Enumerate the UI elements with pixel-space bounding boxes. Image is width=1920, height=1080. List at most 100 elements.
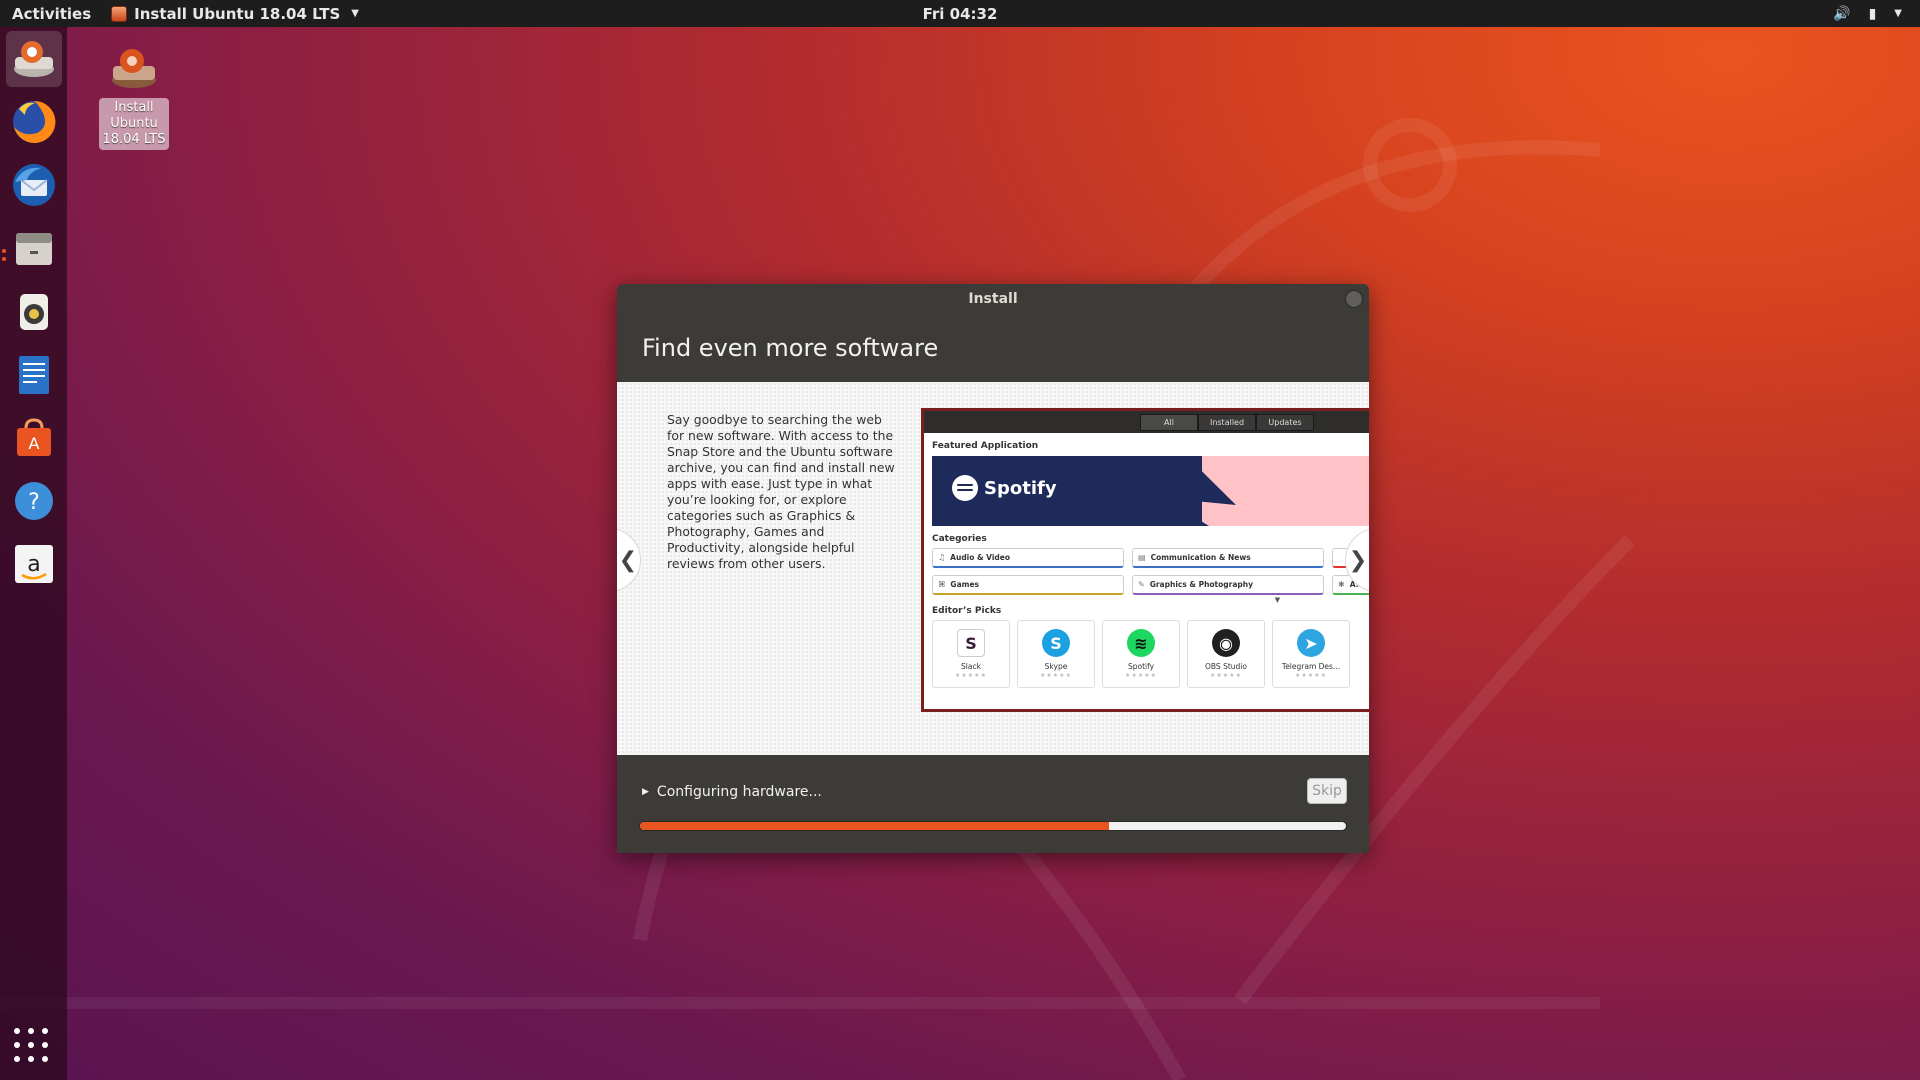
help-icon: ? [15,482,53,520]
category-label: Graphics & Photography [1149,580,1254,589]
chat-icon: ▤ [1138,553,1146,562]
grid-dot [28,1042,34,1048]
battery-icon[interactable]: ▮ [1869,6,1877,22]
grid-dot [42,1028,48,1034]
status-text: Configuring hardware... [656,784,822,800]
category-tile: ▤ Communication & News [1132,548,1324,568]
pick-tile: S Slack ★★★★★ [932,620,1010,688]
grid-dot [42,1042,48,1048]
category-label: Games [950,580,980,589]
pick-name: Slack [961,662,981,671]
dock-item-help[interactable]: ? [6,473,62,529]
slide-heading: Find even more software [642,334,939,362]
close-button[interactable] [1345,290,1363,308]
slack-icon: S [957,629,985,657]
install-status[interactable]: ▶ Configuring hardware... [642,784,822,800]
software-icon: A [17,418,51,456]
expander-triangle-icon: ▶ [642,787,649,797]
screenshot-tab-installed: Installed [1198,413,1256,431]
pick-name: Spotify [1127,662,1155,671]
progress-fill [640,822,1110,830]
gamepad-icon: ⌘ [938,580,946,589]
installer-icon [112,49,156,88]
dock-item-files[interactable] [6,221,62,277]
dock-item-installer[interactable] [6,31,62,87]
screenshot-tab-all: All [1140,413,1198,431]
svg-text:A: A [29,434,40,453]
dock-item-thunderbird[interactable] [6,157,62,213]
featured-app-name: Spotify [984,477,1057,499]
chevron-left-icon: ❮ [618,547,638,573]
screenshot-header: All Installed Updates [924,411,1369,433]
featured-heading: Featured Application [932,441,1039,451]
rating-stars: ★★★★★ [1210,672,1242,679]
screenshot-tab-updates: Updates [1256,413,1314,431]
svg-text:a: a [27,552,40,577]
top-bar: Activities Install Ubuntu 18.04 LTS ▼ Fr… [0,0,1920,27]
pick-tile: S Skype ★★★★★ [1017,620,1095,688]
installer-window: Install Find even more software Say good… [617,284,1369,853]
grid-dot [42,1056,48,1062]
pick-name: Skype [1044,662,1068,671]
svg-text:?: ? [28,490,40,515]
grid-dot [28,1056,34,1062]
music-icon: ♫ [938,553,946,562]
telegram-icon: ➤ [1297,629,1325,657]
installer-icon [14,41,54,77]
dock-item-software[interactable]: A [6,410,62,466]
grid-dot [28,1028,34,1034]
dock-item-rhythmbox[interactable] [6,284,62,340]
featured-banner: Spotify [932,456,1369,526]
category-tile: ⌘ Games [932,575,1124,595]
skip-button[interactable]: Skip [1307,778,1347,804]
firefox-icon [13,100,56,143]
clock[interactable]: Fri 04:32 [923,5,998,23]
category-label: Communication & News [1150,553,1251,562]
category-tile: ♫ Audio & Video [932,548,1124,568]
chevron-down-icon[interactable]: ▼ [1894,8,1902,19]
window-titlebar[interactable]: Install [617,284,1369,314]
volume-icon[interactable]: 🔊 [1833,6,1850,22]
pick-name: Telegram Des... [1281,662,1341,671]
pick-name: OBS Studio [1205,662,1247,671]
system-tray[interactable]: 🔊 ▮ ▼ [1833,0,1902,27]
categories-heading: Categories [932,534,987,544]
desktop-icon-label: Install Ubuntu 18.04 LTS [99,98,169,150]
desktop-icon-install-ubuntu[interactable]: Install Ubuntu 18.04 LTS [99,46,169,150]
running-indicator [2,257,6,261]
chevron-right-icon: ❯ [1348,547,1368,573]
category-tile: ✎ Graphics & Photography [1132,575,1324,595]
thunderbird-icon [13,164,55,206]
running-indicator [2,249,6,253]
puzzle-icon: ✱ [1338,580,1345,589]
grid-dot [14,1028,20,1034]
dock-item-firefox[interactable] [6,94,62,150]
rating-stars: ★★★★★ [1125,672,1157,679]
chevron-down-icon: ▼ [351,8,359,19]
previous-slide-button[interactable]: ❮ [617,528,641,592]
app-menu[interactable]: Install Ubuntu 18.04 LTS ▼ [111,5,359,23]
dock-item-amazon[interactable]: a [6,536,62,592]
category-label: Audio & Video [950,553,1011,562]
app-menu-title: Install Ubuntu 18.04 LTS [134,4,341,23]
window-title: Install [968,291,1018,307]
rating-stars: ★★★★★ [1295,672,1327,679]
rating-stars: ★★★★★ [1040,672,1072,679]
editors-picks-heading: Editor’s Picks [932,606,1002,616]
activities-button[interactable]: Activities [12,5,91,23]
spotify-icon: ≋ [1127,629,1155,657]
dock-item-writer[interactable] [6,347,62,403]
grid-dot [14,1056,20,1062]
writer-icon [19,356,49,394]
dock: A ? a [0,27,67,1080]
grid-dot [14,1042,20,1048]
palette-icon: ✎ [1138,580,1145,589]
pick-tile: ≋ Spotify ★★★★★ [1102,620,1180,688]
skype-icon: S [1042,629,1070,657]
show-applications-button[interactable] [14,1028,52,1066]
rhythmbox-icon [20,294,48,330]
software-center-screenshot: All Installed Updates Featured Applicati… [921,408,1369,712]
rating-stars: ★★★★★ [955,672,987,679]
categories-grid: ♫ Audio & Video ▤ Communication & News ⌘ Ga… [932,548,1369,595]
slide-description: Say goodbye to searching the web for new… [667,412,895,571]
